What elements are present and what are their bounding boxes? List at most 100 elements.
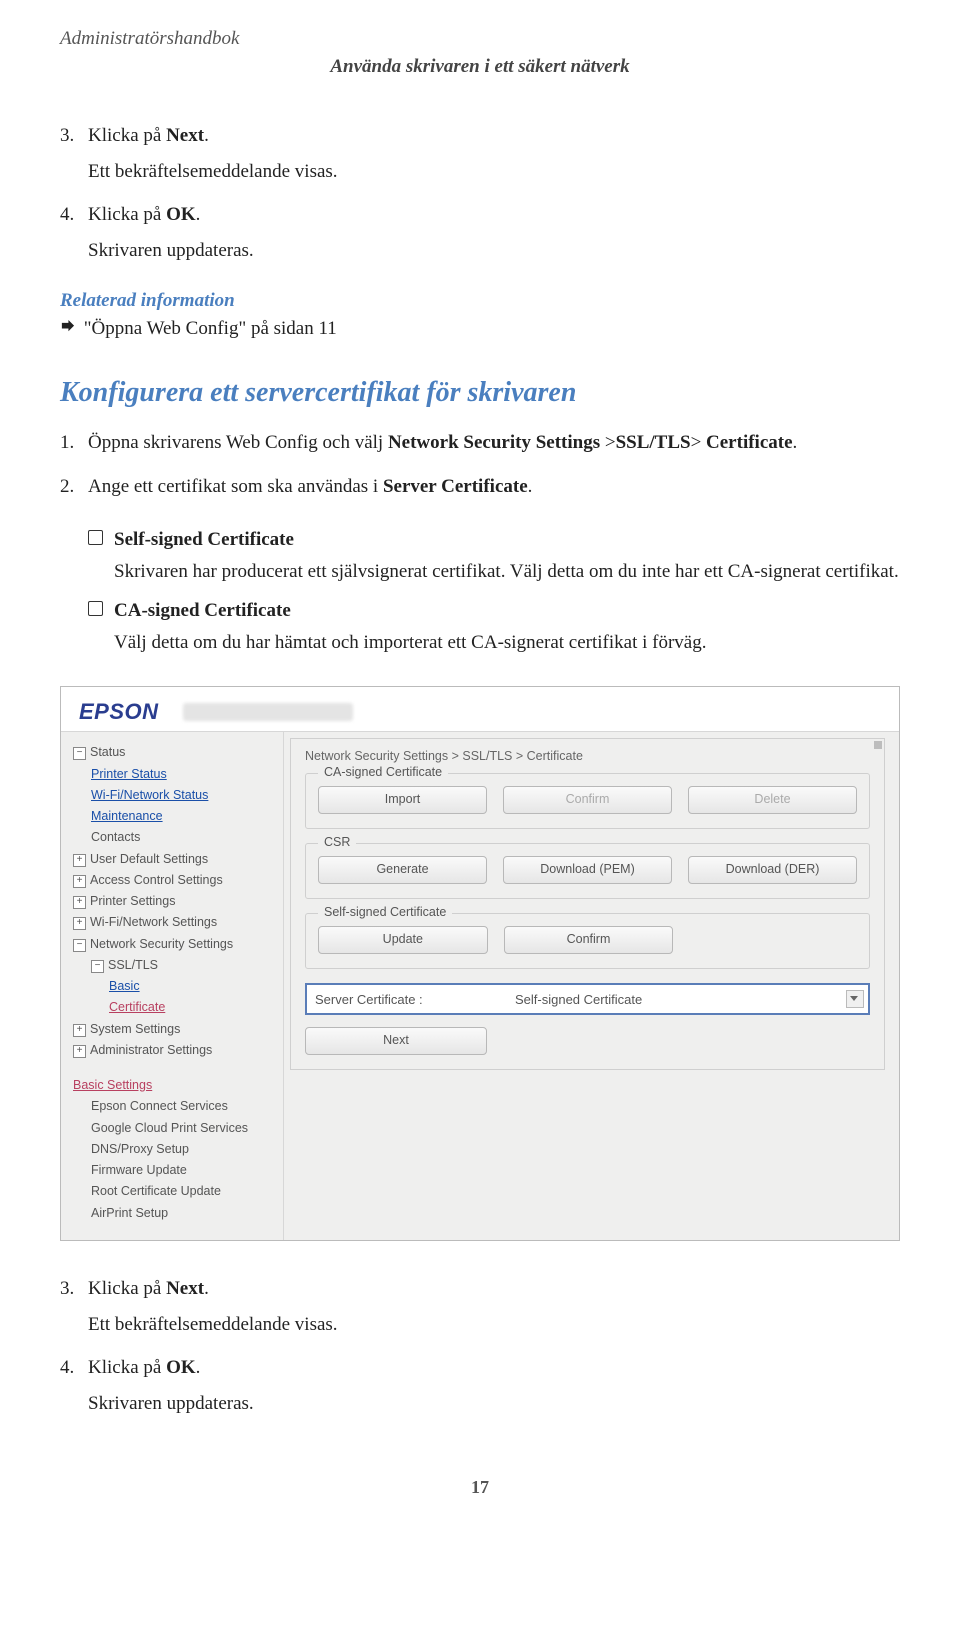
step-text: Klicka på Next. bbox=[88, 1278, 209, 1299]
section-title: Använda skrivaren i ett säkert nätverk bbox=[60, 56, 900, 78]
arrow-icon bbox=[60, 319, 75, 341]
option-title: Self-signed Certificate bbox=[114, 529, 294, 550]
step-number: 4. bbox=[60, 201, 74, 229]
related-link-line: "Öppna Web Config" på sidan 11 bbox=[60, 318, 900, 341]
import-button[interactable]: Import bbox=[318, 786, 487, 814]
bullet-icon bbox=[88, 530, 103, 545]
tree-expand-icon[interactable]: + bbox=[73, 1024, 86, 1037]
step-number: 3. bbox=[60, 1275, 74, 1303]
epson-logo: EPSON bbox=[79, 699, 159, 725]
legend-self: Self-signed Certificate bbox=[318, 905, 452, 919]
tree-node-admin[interactable]: +Administrator Settings bbox=[73, 1043, 212, 1057]
fieldset-csr: CSR Generate Download (PEM) Download (DE… bbox=[305, 843, 870, 899]
step-number: 1. bbox=[60, 429, 74, 457]
tree-expand-icon[interactable]: + bbox=[73, 875, 86, 888]
mock-header: EPSON bbox=[61, 687, 899, 732]
step-item: 2. Ange ett certifikat som ska användas … bbox=[60, 473, 900, 501]
steps-bottom: 3. Klicka på Next. Ett bekräftelsemeddel… bbox=[60, 1275, 900, 1417]
step-item: 3. Klicka på Next. Ett bekräftelsemeddel… bbox=[60, 1275, 900, 1338]
sidebar-group-basic-settings[interactable]: Basic Settings bbox=[73, 1075, 273, 1096]
tree-node-access-control[interactable]: +Access Control Settings bbox=[73, 873, 223, 887]
step-number: 4. bbox=[60, 1354, 74, 1382]
step-subtext: Skrivaren uppdateras. bbox=[88, 237, 900, 265]
step-text: Ange ett certifikat som ska användas i S… bbox=[88, 476, 532, 497]
step-item: 1. Öppna skrivarens Web Config och välj … bbox=[60, 429, 900, 457]
fieldset-ca-signed: CA-signed Certificate Import Confirm Del… bbox=[305, 773, 870, 829]
legend-ca: CA-signed Certificate bbox=[318, 765, 448, 779]
section-h2: Konfigurera ett servercertifikat för skr… bbox=[60, 377, 900, 409]
step-text: Klicka på OK. bbox=[88, 1357, 200, 1378]
sidebar-link-wifi-status[interactable]: Wi-Fi/Network Status bbox=[73, 785, 273, 806]
server-certificate-select[interactable]: Server Certificate : Self-signed Certifi… bbox=[305, 983, 870, 1015]
option-item: CA-signed Certificate Välj detta om du h… bbox=[88, 597, 900, 656]
tree-expand-icon[interactable]: + bbox=[73, 896, 86, 909]
tree-node-printer-settings[interactable]: +Printer Settings bbox=[73, 894, 175, 908]
step-subtext: Skrivaren uppdateras. bbox=[88, 1390, 900, 1418]
generate-button[interactable]: Generate bbox=[318, 856, 487, 884]
step-item: 4. Klicka på OK. Skrivaren uppdateras. bbox=[60, 1354, 900, 1417]
tree-collapse-icon[interactable]: − bbox=[73, 939, 86, 952]
tree-collapse-icon[interactable]: − bbox=[91, 960, 104, 973]
bullet-icon bbox=[88, 601, 103, 616]
tree-collapse-icon[interactable]: − bbox=[73, 747, 86, 760]
step-subtext: Ett bekräftelsemeddelande visas. bbox=[88, 1311, 900, 1339]
legend-csr: CSR bbox=[318, 835, 356, 849]
select-label: Server Certificate : bbox=[315, 992, 515, 1007]
step-text: Öppna skrivarens Web Config och välj Net… bbox=[88, 432, 797, 453]
tree-node-system[interactable]: +System Settings bbox=[73, 1022, 180, 1036]
chevron-down-icon[interactable] bbox=[846, 990, 864, 1008]
sidebar-link-dns[interactable]: DNS/Proxy Setup bbox=[73, 1139, 273, 1160]
page-number: 17 bbox=[60, 1477, 900, 1498]
tree-expand-icon[interactable]: + bbox=[73, 917, 86, 930]
tree-node-wifi-settings[interactable]: +Wi-Fi/Network Settings bbox=[73, 915, 217, 929]
step-text: Klicka på Next. bbox=[88, 125, 209, 146]
option-desc: Skrivaren har producerat ett självsigner… bbox=[114, 558, 900, 586]
tree-node-ssltls[interactable]: −SSL/TLS bbox=[73, 955, 273, 976]
breadcrumb: Network Security Settings > SSL/TLS > Ce… bbox=[305, 749, 870, 763]
webconfig-screenshot: EPSON −Status Printer Status Wi-Fi/Netwo… bbox=[60, 686, 900, 1241]
step-number: 2. bbox=[60, 473, 74, 501]
tree-node-status[interactable]: −Status bbox=[73, 745, 125, 759]
option-title: CA-signed Certificate bbox=[114, 600, 291, 621]
step-item: 3. Klicka på Next. Ett bekräftelsemeddel… bbox=[60, 122, 900, 185]
sidebar-link-firmware[interactable]: Firmware Update bbox=[73, 1160, 273, 1181]
step-item: 4. Klicka på OK. Skrivaren uppdateras. bbox=[60, 201, 900, 264]
download-der-button[interactable]: Download (DER) bbox=[688, 856, 857, 884]
step-number: 3. bbox=[60, 122, 74, 150]
mock-sidebar: −Status Printer Status Wi-Fi/Network Sta… bbox=[61, 732, 284, 1240]
sidebar-link-printer-status[interactable]: Printer Status bbox=[73, 764, 273, 785]
mock-scrollbox: Network Security Settings > SSL/TLS > Ce… bbox=[290, 738, 885, 1070]
sidebar-link-rootcert[interactable]: Root Certificate Update bbox=[73, 1181, 273, 1202]
mock-main: Network Security Settings > SSL/TLS > Ce… bbox=[284, 732, 899, 1240]
sidebar-link-epson-connect[interactable]: Epson Connect Services bbox=[73, 1096, 273, 1117]
delete-button[interactable]: Delete bbox=[688, 786, 857, 814]
related-heading: Relaterad information bbox=[60, 290, 900, 312]
related-link[interactable]: "Öppna Web Config" på sidan 11 bbox=[84, 318, 337, 339]
fieldset-self-signed: Self-signed Certificate Update Confirm bbox=[305, 913, 870, 969]
option-desc: Välj detta om du har hämtat och importer… bbox=[114, 629, 900, 657]
sidebar-link-airprint[interactable]: AirPrint Setup bbox=[73, 1203, 273, 1224]
step-subtext: Ett bekräftelsemeddelande visas. bbox=[88, 158, 900, 186]
tree-expand-icon[interactable]: + bbox=[73, 854, 86, 867]
model-redacted bbox=[183, 703, 353, 721]
steps-top: 3. Klicka på Next. Ett bekräftelsemeddel… bbox=[60, 122, 900, 264]
tree-expand-icon[interactable]: + bbox=[73, 1045, 86, 1058]
tree-node-user-default[interactable]: +User Default Settings bbox=[73, 852, 208, 866]
sidebar-link-certificate[interactable]: Certificate bbox=[73, 997, 273, 1018]
sidebar-link-maintenance[interactable]: Maintenance bbox=[73, 806, 273, 827]
confirm-button[interactable]: Confirm bbox=[503, 786, 672, 814]
sidebar-link-contacts[interactable]: Contacts bbox=[73, 827, 273, 848]
doc-title: Administratörshandbok bbox=[60, 28, 900, 50]
download-pem-button[interactable]: Download (PEM) bbox=[503, 856, 672, 884]
tree-node-netsec[interactable]: −Network Security Settings bbox=[73, 937, 233, 951]
select-value: Self-signed Certificate bbox=[515, 992, 846, 1007]
sidebar-link-gcp[interactable]: Google Cloud Print Services bbox=[73, 1118, 273, 1139]
steps-mid: 1. Öppna skrivarens Web Config och välj … bbox=[60, 429, 900, 500]
update-button[interactable]: Update bbox=[318, 926, 488, 954]
scroll-handle[interactable] bbox=[874, 741, 882, 749]
option-bullets: Self-signed Certificate Skrivaren har pr… bbox=[88, 526, 900, 656]
option-item: Self-signed Certificate Skrivaren har pr… bbox=[88, 526, 900, 585]
sidebar-link-basic[interactable]: Basic bbox=[73, 976, 273, 997]
next-button[interactable]: Next bbox=[305, 1027, 487, 1055]
confirm-self-button[interactable]: Confirm bbox=[504, 926, 674, 954]
